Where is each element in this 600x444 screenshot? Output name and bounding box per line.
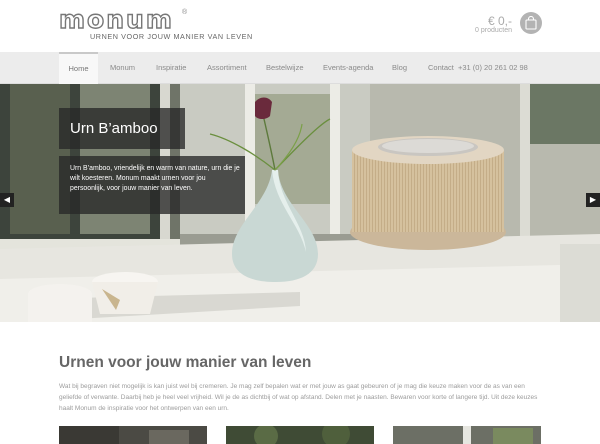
tagline: URNEN VOOR JOUW MANIER VAN LEVEN (90, 32, 253, 41)
nav-item-blog[interactable]: Blog (392, 52, 407, 84)
nav-item-monum[interactable]: Monum (110, 52, 135, 84)
feature-image-2-graphic (226, 426, 374, 444)
cart-item-count[interactable]: 0 producten (475, 27, 512, 34)
registered-mark: ® (182, 9, 188, 16)
nav-item-assortiment[interactable]: Assortiment (207, 52, 247, 84)
hero-slider: Urn B’amboo Urn B’amboo, vriendelijk en … (0, 84, 600, 322)
hero-description: Urn B’amboo, vriendelijk en warm van nat… (70, 165, 240, 193)
feature-image-1-graphic (59, 426, 207, 444)
intro-title: Urnen voor jouw manier van leven (59, 354, 312, 371)
nav-item-events-agenda[interactable]: Events-agenda (323, 52, 373, 84)
cart-total[interactable]: € 0,- (488, 14, 512, 28)
feature-image-3-graphic (393, 426, 541, 444)
slider-prev-button[interactable]: ◀ (0, 193, 14, 207)
feature-image-1[interactable] (59, 426, 207, 444)
hero-title: Urn B’amboo (70, 120, 158, 137)
cart-button[interactable] (520, 12, 542, 34)
hero-description-box: Urn B’amboo, vriendelijk en warm van nat… (59, 156, 245, 214)
main-nav: Home Monum Inspiratie Assortiment Bestel… (0, 52, 600, 84)
nav-phone[interactable]: +31 (0) 20 261 02 98 (458, 52, 528, 84)
nav-item-home[interactable]: Home (59, 52, 98, 84)
chevron-left-icon: ◀ (3, 195, 11, 204)
nav-item-bestelwijze[interactable]: Bestelwijze (266, 52, 304, 84)
site-header: monum ® URNEN VOOR JOUW MANIER VAN LEVEN… (0, 0, 600, 52)
intro-text: Wat bij begraven niet mogelijk is kan ju… (59, 383, 538, 413)
nav-item-contact[interactable]: Contact (428, 52, 454, 84)
feature-image-3[interactable] (393, 426, 541, 444)
logo[interactable]: monum ® URNEN VOOR JOUW MANIER VAN LEVEN (58, 5, 252, 44)
chevron-right-icon: ▶ (589, 195, 597, 204)
slider-next-button[interactable]: ▶ (586, 193, 600, 207)
logo-wordmark: monum (58, 5, 174, 34)
shopping-bag-icon (525, 16, 537, 30)
feature-image-2[interactable] (226, 426, 374, 444)
hero-title-box: Urn B’amboo (59, 108, 185, 149)
nav-item-inspiratie[interactable]: Inspiratie (156, 52, 186, 84)
